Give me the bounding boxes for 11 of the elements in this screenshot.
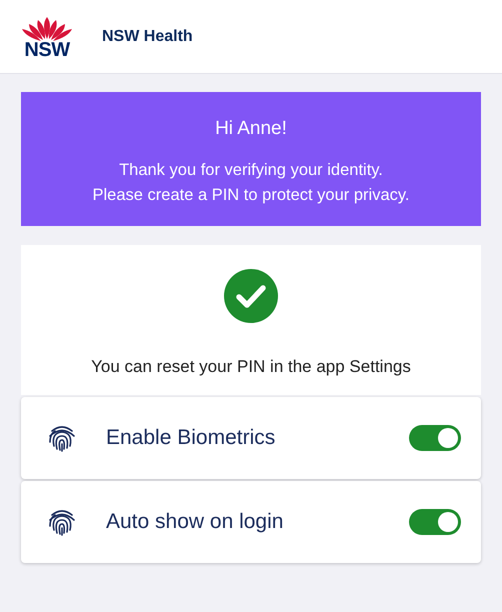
check-circle-icon <box>224 269 278 323</box>
flower-logo-icon <box>21 14 73 40</box>
setting-label: Auto show on login <box>106 510 284 534</box>
toggle-switch[interactable] <box>409 425 461 451</box>
confirmation-message: You can reset your PIN in the app Settings <box>91 357 411 377</box>
setting-label: Enable Biometrics <box>106 426 276 450</box>
banner-message: Thank you for verifying your identity. Please create a PIN to protect your privacy. <box>92 160 410 206</box>
logo-text: NSW <box>24 40 70 58</box>
toggle-switch[interactable] <box>409 509 461 535</box>
header-title: NSW Health <box>102 28 193 46</box>
greeting-text: Hi Anne! <box>215 118 287 140</box>
